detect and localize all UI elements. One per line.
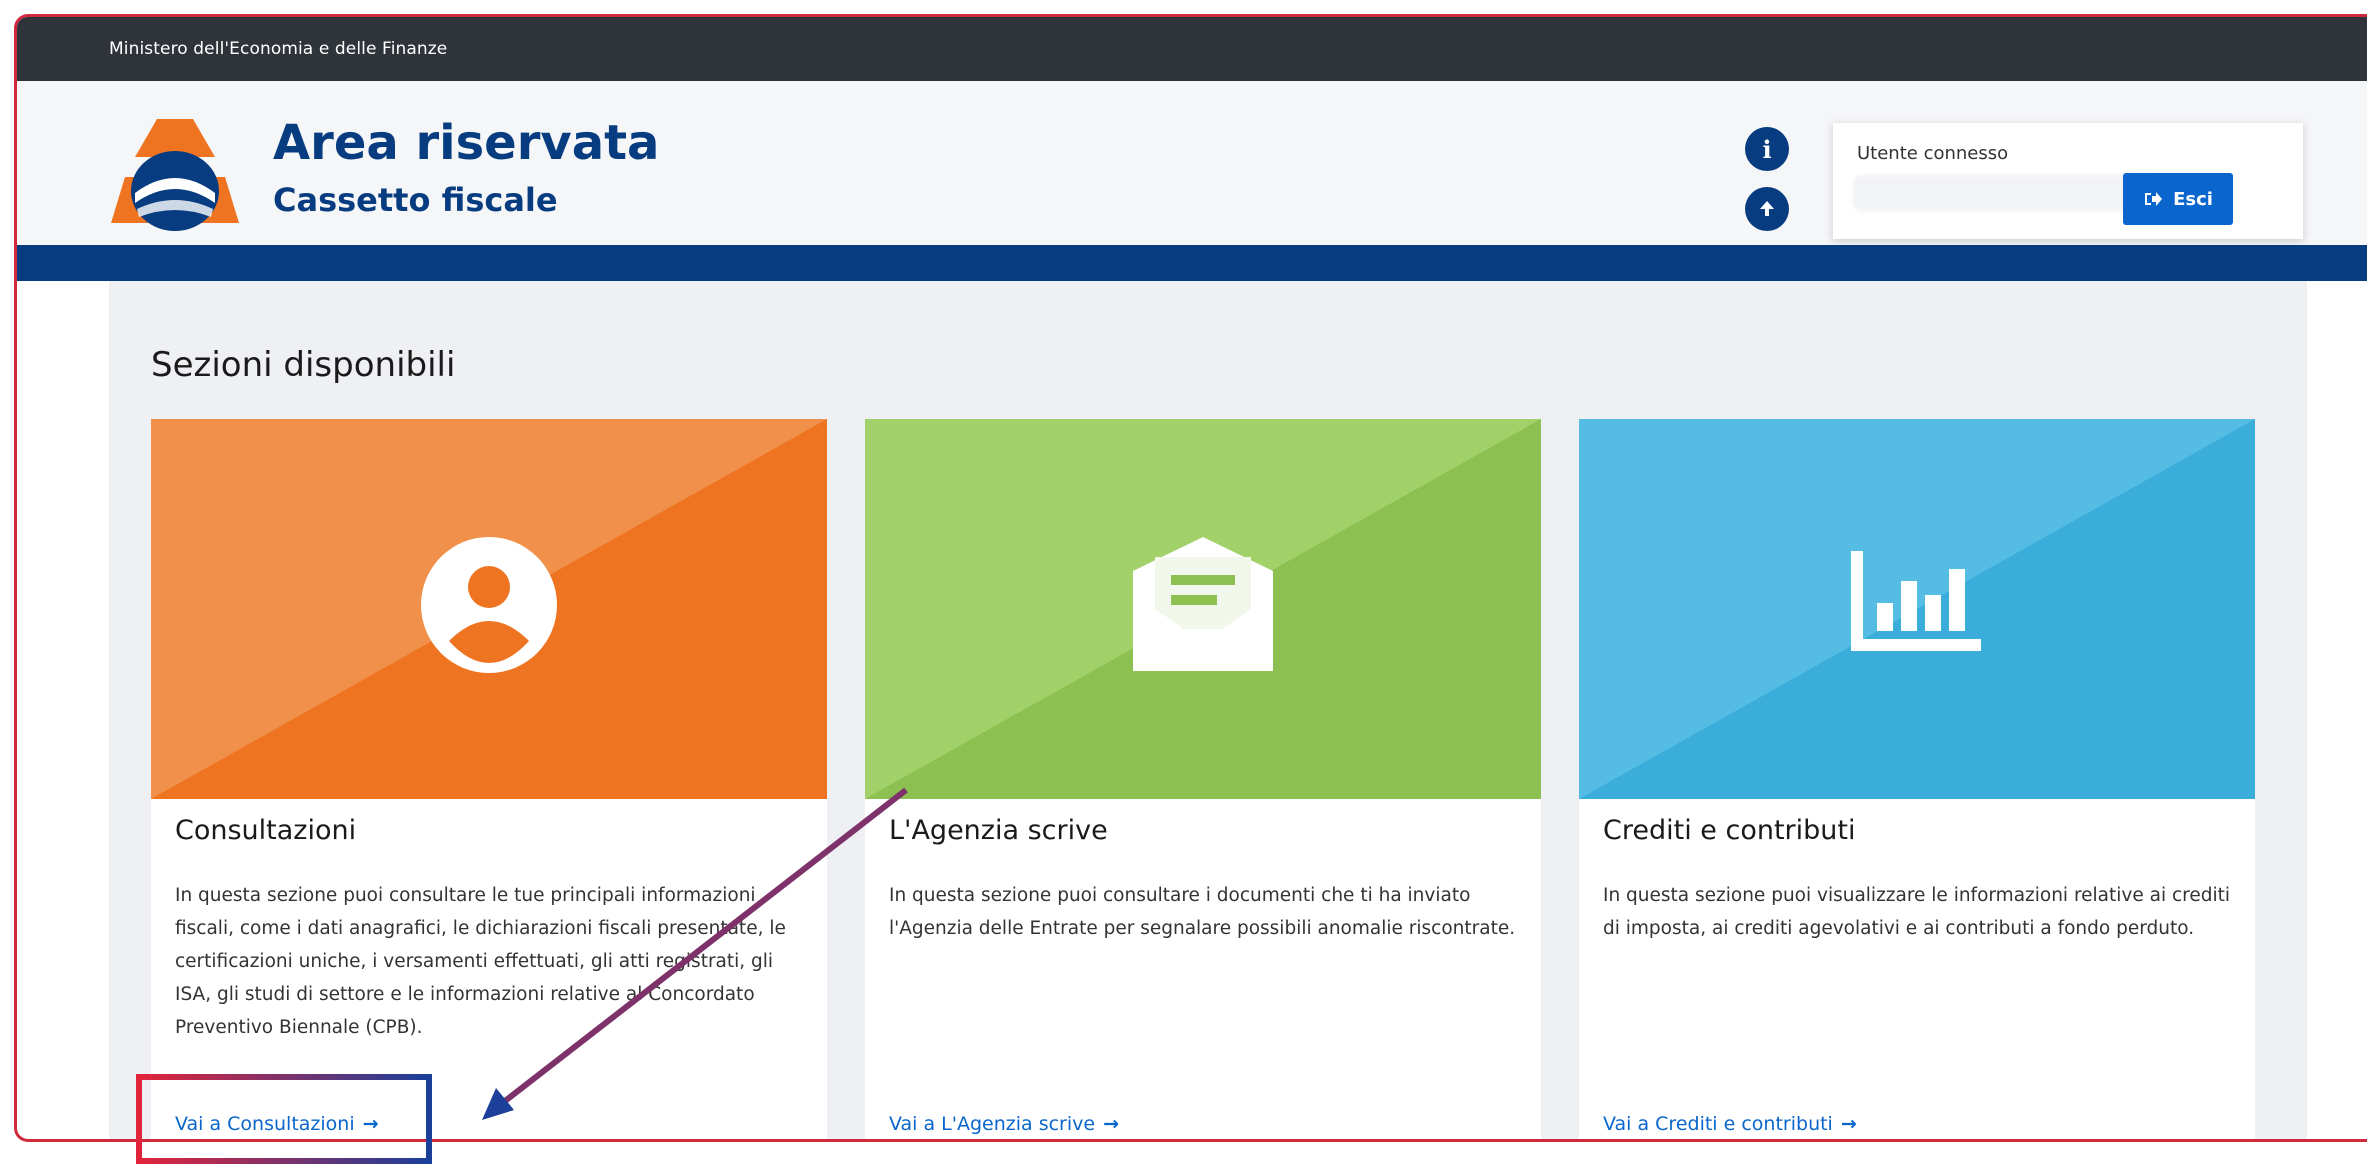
upload-icon[interactable] [1745, 187, 1789, 231]
site-header: Area riservata Cassetto fiscale i Utente… [17, 81, 2367, 259]
brand-subtitle[interactable]: Cassetto fiscale [273, 181, 558, 219]
header-divider-bar [17, 245, 2367, 281]
arrow-right-icon: → [1840, 1113, 1857, 1135]
card-title: Crediti e contributi [1603, 815, 1856, 846]
screenshot-frame: Ministero dell'Economia e delle Finanze … [14, 14, 2367, 1142]
card-description: In questa sezione puoi visualizzare le i… [1603, 885, 2230, 939]
card-hero-background [865, 419, 1541, 799]
card-hero-background [151, 419, 827, 799]
logout-button[interactable]: Esci [2123, 173, 2233, 225]
arrow-right-icon: → [362, 1113, 379, 1135]
card-description: In questa sezione puoi consultare le tue… [175, 885, 786, 1038]
card-hero [865, 419, 1541, 799]
sign-out-icon [2145, 192, 2163, 206]
link-crediti-contributi[interactable]: Vai a Crediti e contributi → [1603, 1113, 1857, 1135]
card-hero [1579, 419, 2255, 799]
ministry-name[interactable]: Ministero dell'Economia e delle Finanze [109, 39, 447, 59]
section-title: Sezioni disponibili [151, 345, 456, 385]
link-consultazioni[interactable]: Vai a Consultazioni → [175, 1113, 379, 1135]
card-title: L'Agenzia scrive [889, 815, 1108, 846]
card-title: Consultazioni [175, 815, 357, 846]
logout-label: Esci [2173, 188, 2213, 210]
ministry-bar: Ministero dell'Economia e delle Finanze [17, 17, 2367, 81]
card-description: In questa sezione puoi consultare i docu… [889, 885, 1516, 939]
card-crediti-contributi: Crediti e contributi In questa sezione p… [1579, 419, 2255, 1139]
user-panel: Utente connesso Esci [1833, 123, 2303, 239]
redacted-username [1853, 175, 2153, 211]
card-consultazioni: Consultazioni In questa sezione puoi con… [151, 419, 827, 1139]
link-agenzia-scrive[interactable]: Vai a L'Agenzia scrive → [889, 1113, 1119, 1135]
main-content: Sezioni disponibili Consultazioni In que… [109, 281, 2307, 1139]
brand-title[interactable]: Area riservata [273, 115, 659, 171]
user-connected-label: Utente connesso [1857, 143, 2009, 164]
arrow-right-icon: → [1103, 1113, 1119, 1135]
card-hero-background [1579, 419, 2255, 799]
link-label: Vai a Crediti e contributi [1603, 1113, 1833, 1135]
user-icon [421, 537, 557, 673]
card-hero [151, 419, 827, 799]
arrow-up-icon [1760, 201, 1774, 216]
link-label: Vai a Consultazioni [175, 1113, 355, 1135]
card-agenzia-scrive: L'Agenzia scrive In questa sezione puoi … [865, 419, 1541, 1139]
info-icon[interactable]: i [1745, 127, 1789, 171]
link-label: Vai a L'Agenzia scrive [889, 1113, 1096, 1135]
agenzia-logo-icon[interactable] [107, 113, 243, 231]
